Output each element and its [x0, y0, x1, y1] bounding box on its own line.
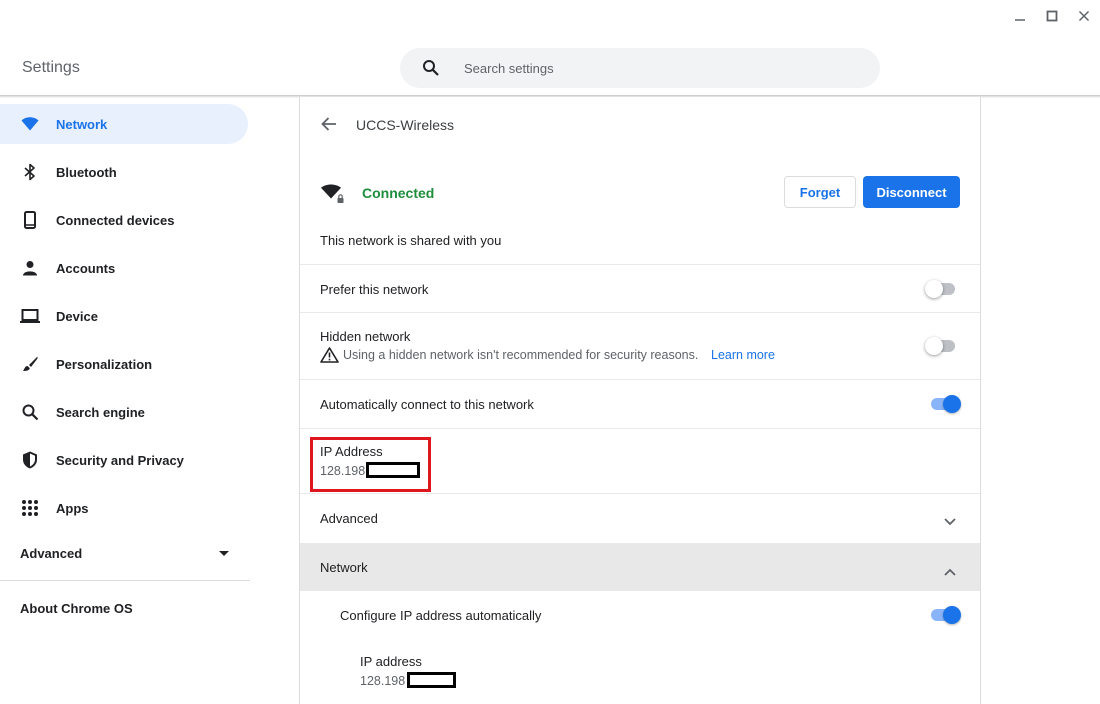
collapse-button[interactable] [944, 563, 958, 576]
back-button[interactable] [318, 115, 340, 133]
redaction-box [366, 462, 420, 478]
divider [300, 264, 980, 265]
shared-network-text: This network is shared with you [320, 233, 502, 248]
bluetooth-icon [20, 162, 40, 182]
wifi-lock-icon [320, 184, 344, 209]
close-icon [1078, 10, 1090, 22]
warning-icon [320, 347, 339, 368]
maximize-button[interactable] [1042, 8, 1062, 24]
close-button[interactable] [1074, 8, 1094, 24]
divider [300, 493, 980, 494]
sidebar-item-label: Accounts [56, 260, 116, 276]
search-icon [422, 59, 440, 82]
redaction-box [407, 672, 456, 688]
sidebar-item-label: Bluetooth [56, 164, 117, 180]
sidebar-item-accounts[interactable]: Accounts [0, 248, 248, 288]
sidebar-item-security-privacy[interactable]: Security and Privacy [0, 440, 248, 480]
sidebar-divider [0, 580, 250, 581]
toggle-knob [943, 606, 961, 624]
sidebar-item-label: Network [56, 116, 108, 132]
minimize-icon [1015, 19, 1025, 21]
advanced-expand-button[interactable] [944, 513, 958, 526]
brush-icon [20, 354, 40, 374]
sidebar-item-apps[interactable]: Apps [0, 488, 248, 528]
sidebar-item-label: Device [56, 308, 98, 324]
sidebar-item-label: Security and Privacy [56, 452, 184, 468]
sidebar-advanced-label: Advanced [20, 546, 83, 561]
network-detail-card: UCCS-Wireless Connected Forget Disconnec… [299, 97, 981, 704]
apps-grid-icon [20, 498, 40, 518]
prefer-network-toggle[interactable] [925, 280, 957, 298]
ip-address-field-label: IP address [360, 654, 422, 669]
search-bar[interactable] [400, 48, 880, 88]
sidebar-item-device[interactable]: Device [0, 296, 248, 336]
network-section-label: Network [320, 560, 368, 575]
auto-connect-label: Automatically connect to this network [320, 397, 534, 412]
divider [300, 312, 980, 313]
shield-icon [20, 450, 40, 470]
sidebar-item-label: Personalization [56, 356, 153, 372]
configure-ip-label: Configure IP address automatically [340, 608, 542, 623]
maximize-icon [1046, 10, 1058, 22]
sidebar-item-about[interactable]: About Chrome OS [20, 601, 133, 616]
forget-button[interactable]: Forget [784, 176, 856, 208]
search-icon [20, 402, 40, 422]
hidden-network-label: Hidden network [320, 329, 411, 344]
arrow-back-icon [321, 117, 336, 131]
sidebar-item-personalization[interactable]: Personalization [0, 344, 248, 384]
ip-address-field-value: 128.198 [360, 674, 406, 688]
caret-down-icon [219, 551, 229, 556]
network-section-header[interactable]: Network [300, 543, 980, 591]
auto-connect-toggle[interactable] [929, 395, 961, 413]
advanced-label: Advanced [320, 511, 378, 526]
page-title: UCCS-Wireless [356, 117, 454, 133]
sidebar-item-connected-devices[interactable]: Connected devices [0, 200, 248, 240]
sidebar-item-label: Apps [56, 500, 89, 516]
phone-icon [20, 210, 40, 230]
hidden-network-toggle[interactable] [925, 337, 957, 355]
toggle-knob [925, 280, 943, 298]
toggle-knob [943, 395, 961, 413]
divider [300, 428, 980, 429]
app-title: Settings [22, 59, 80, 76]
chevron-up-icon [944, 568, 956, 576]
disconnect-button[interactable]: Disconnect [863, 176, 960, 208]
ip-address-value: 128.198 [320, 464, 366, 478]
sidebar: Network Bluetooth Connected devices Acco… [0, 98, 250, 704]
sidebar-item-network[interactable]: Network [0, 104, 248, 144]
ip-address-label: IP Address [320, 444, 383, 459]
toggle-knob [925, 337, 943, 355]
divider [300, 379, 980, 380]
sidebar-item-label: Connected devices [56, 212, 175, 228]
sidebar-item-search-engine[interactable]: Search engine [0, 392, 248, 432]
hidden-network-warning: Using a hidden network isn't recommended… [343, 348, 699, 362]
prefer-network-label: Prefer this network [320, 282, 429, 297]
person-icon [20, 258, 40, 278]
laptop-icon [20, 306, 40, 326]
minimize-button[interactable] [1010, 8, 1030, 24]
sidebar-item-label: Search engine [56, 404, 145, 420]
wifi-icon [20, 114, 40, 134]
sidebar-advanced-toggle[interactable]: Advanced [0, 541, 248, 565]
chevron-down-icon [944, 518, 956, 526]
connection-status: Connected [362, 185, 435, 201]
search-input[interactable] [464, 56, 854, 80]
learn-more-link[interactable]: Learn more [711, 348, 775, 362]
configure-ip-toggle[interactable] [929, 606, 961, 624]
sidebar-item-bluetooth[interactable]: Bluetooth [0, 152, 248, 192]
